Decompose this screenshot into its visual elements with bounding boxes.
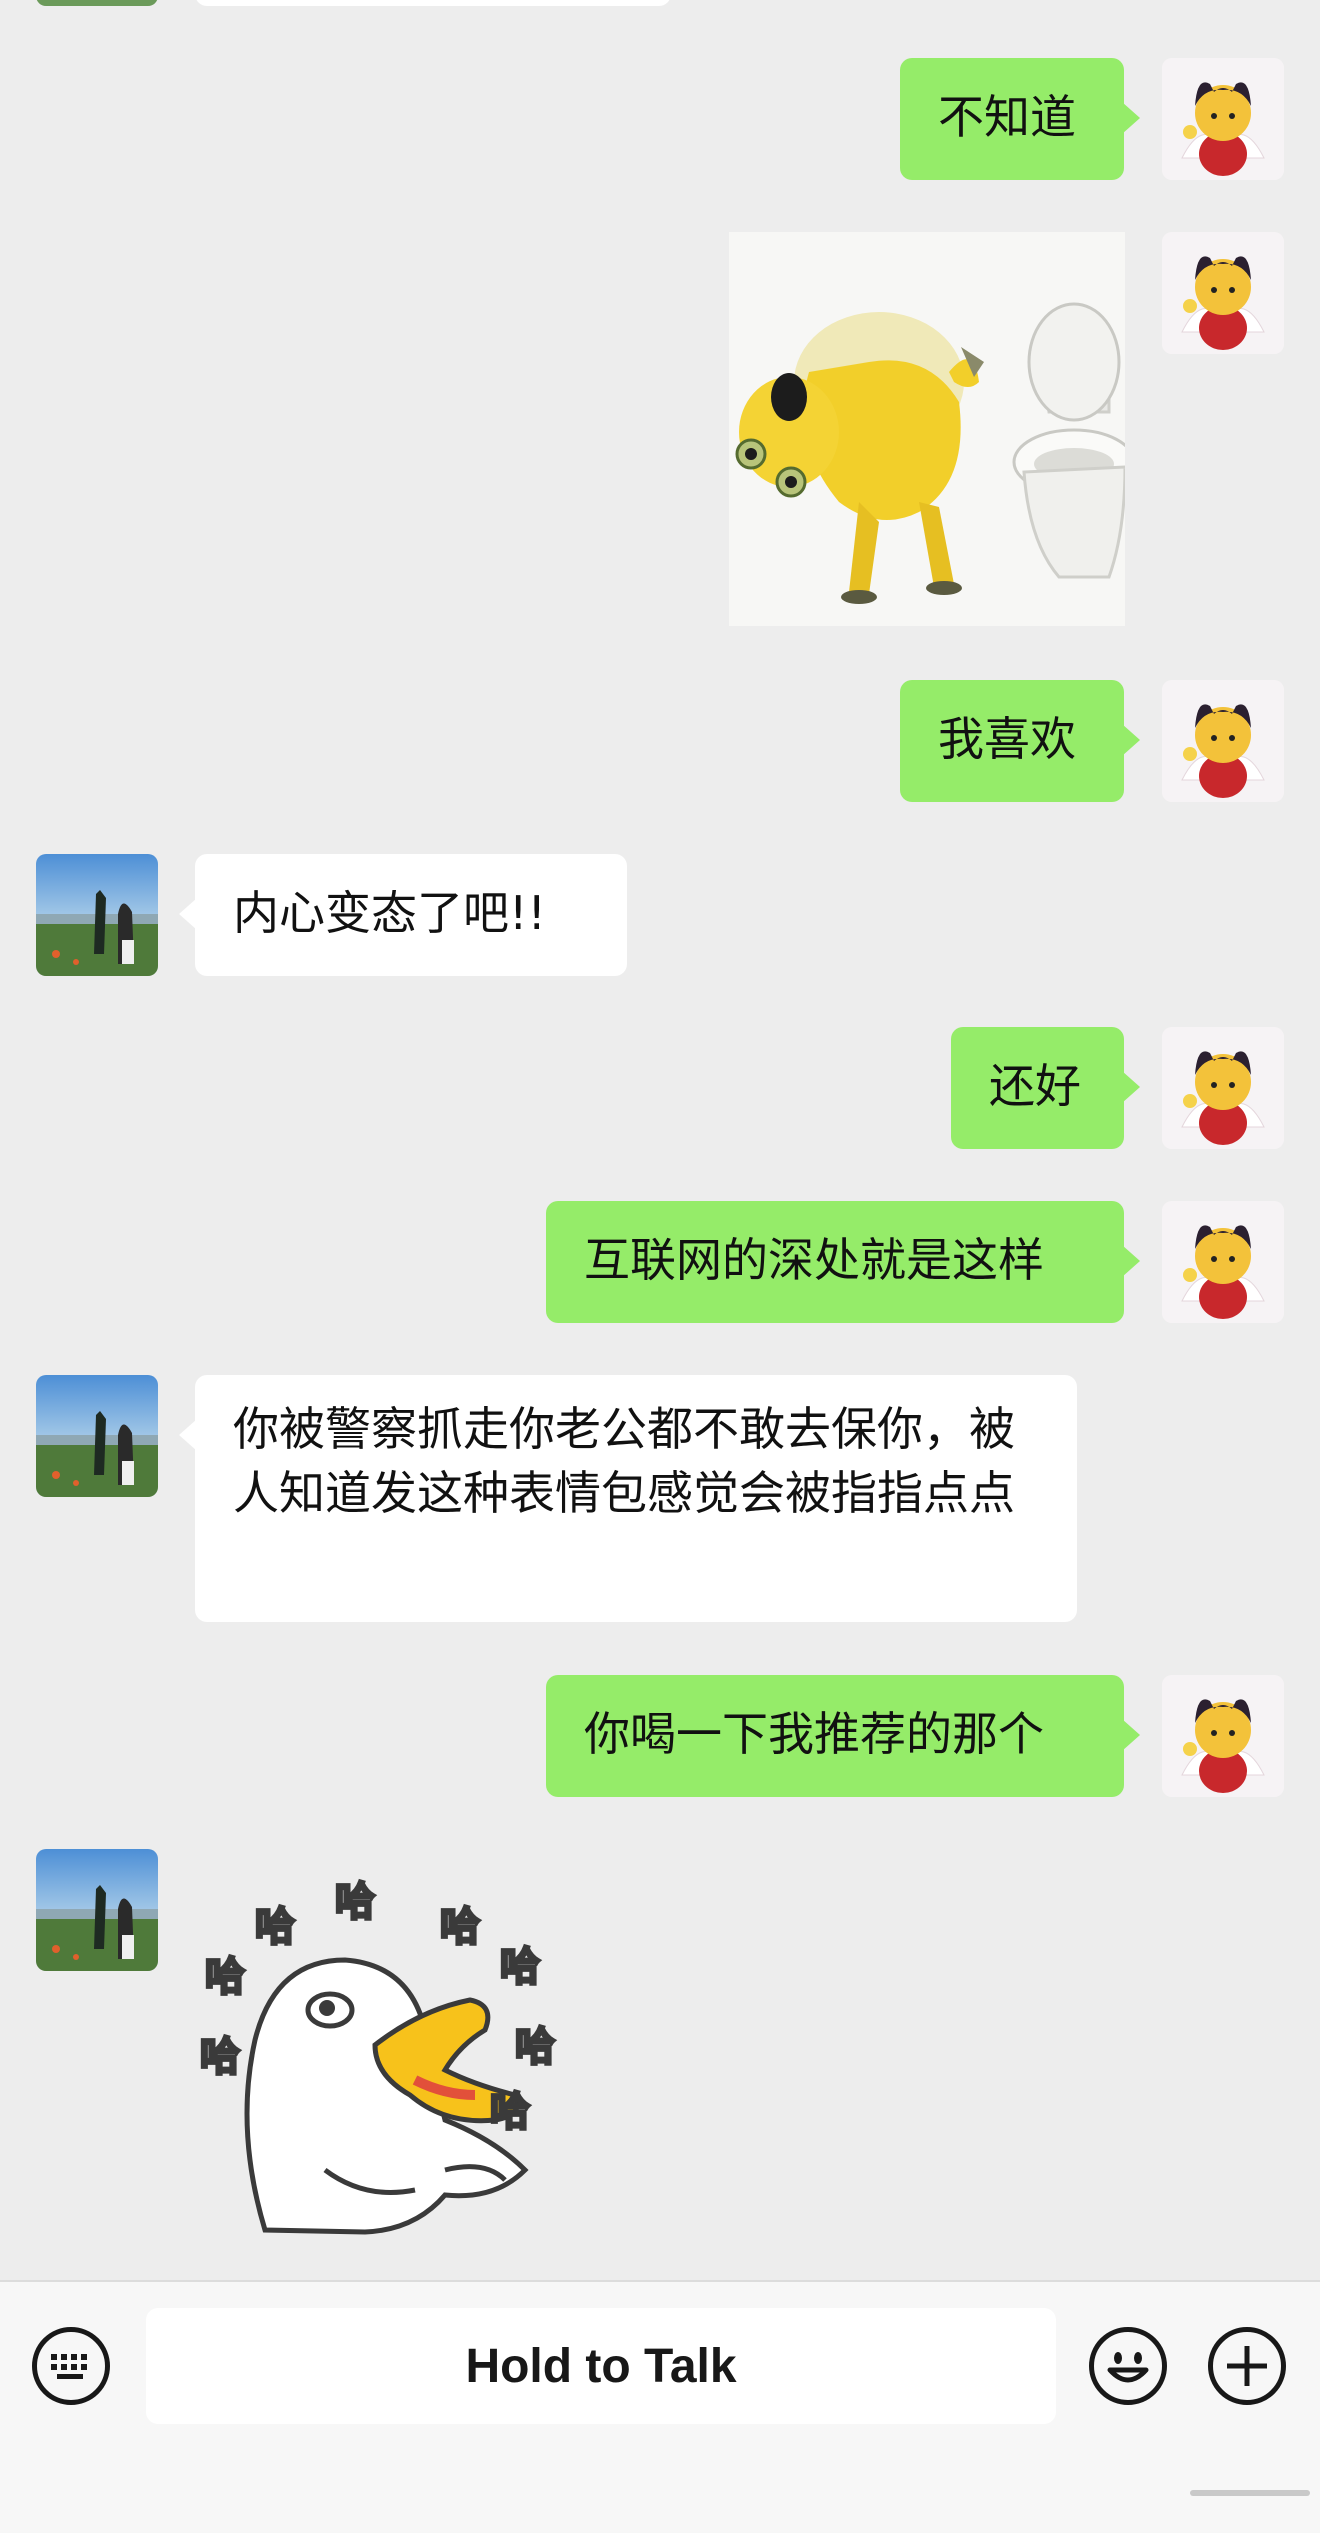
hold-to-talk-label: Hold to Talk (465, 2339, 737, 2393)
landscape-person-avatar-icon (36, 1375, 158, 1497)
clipped-message-bubble (195, 0, 671, 6)
contact-avatar[interactable] (36, 1375, 158, 1497)
my-avatar[interactable] (1162, 1675, 1284, 1797)
my-message-bubble[interactable]: 互联网的深处就是这样 (546, 1201, 1140, 1323)
contact-message-bubble[interactable]: 你被警察抓走你老公都不敢去保你，被人知道发这种表情包感觉会被指指点点 (179, 1375, 1077, 1622)
keyboard-button[interactable] (32, 2327, 110, 2405)
ha-text: 哈 (335, 1879, 375, 1925)
emoji-icon (1107, 2352, 1149, 2383)
yellow-creature-at-toilet-sticker-icon (729, 232, 1136, 626)
message-text: 还好 (989, 1059, 1081, 1113)
my-avatar[interactable] (1162, 1027, 1284, 1149)
message-text: 我喜欢 (938, 712, 1076, 766)
my-avatar[interactable] (1162, 232, 1284, 354)
landscape-person-avatar-icon (36, 1849, 158, 1971)
contact-avatar[interactable] (36, 1849, 158, 1971)
message-text: 你被警察抓走你老公都不敢去保你，被人知道发这种表情包感觉会被指指点点 (233, 1402, 1015, 1520)
my-message-bubble[interactable]: 我喜欢 (900, 680, 1140, 802)
fox-character-avatar-icon (1162, 1027, 1284, 1149)
laughing-duck-sticker-icon: 哈 哈 哈 哈 哈 哈 哈 哈 (199, 1878, 557, 2235)
ha-text: 哈 (200, 2034, 240, 2080)
home-indicator (1190, 2490, 1310, 2496)
my-avatar[interactable] (1162, 58, 1284, 180)
ha-text: 哈 (440, 1904, 480, 1950)
message-text: 你喝一下我推荐的那个 (584, 1707, 1044, 1761)
duck-sticker[interactable]: 哈 哈 哈 哈 哈 哈 哈 哈 (195, 1870, 595, 2250)
toilet-sticker[interactable] (729, 232, 1136, 626)
contact-avatar[interactable] (36, 0, 158, 6)
ha-text: 哈 (515, 2024, 555, 2070)
my-message-bubble[interactable]: 还好 (951, 1027, 1140, 1149)
hold-to-talk-button[interactable]: Hold to Talk (146, 2308, 1056, 2424)
chat-area[interactable]: 不知道 我喜欢 内心变态了吧!! 还好 互联网的深处就是这样 你被警察抓走你老公… (0, 0, 1320, 2280)
message-text: 互联网的深处就是这样 (584, 1233, 1044, 1287)
fox-character-avatar-icon (1162, 58, 1284, 180)
plus-button[interactable] (1208, 2327, 1286, 2405)
my-message-bubble[interactable]: 不知道 (900, 58, 1140, 180)
emoji-button[interactable] (1089, 2327, 1167, 2405)
contact-message-bubble[interactable]: 内心变态了吧!! (179, 854, 627, 976)
landscape-person-avatar-icon (36, 854, 158, 976)
my-message-bubble[interactable]: 你喝一下我推荐的那个 (546, 1675, 1140, 1797)
fox-character-avatar-icon (1162, 680, 1284, 802)
ha-text: 哈 (490, 2089, 530, 2135)
fox-character-avatar-icon (1162, 1675, 1284, 1797)
my-avatar[interactable] (1162, 1201, 1284, 1323)
plus-icon (1227, 2346, 1267, 2386)
fox-character-avatar-icon (1162, 1201, 1284, 1323)
ha-text: 哈 (500, 1944, 540, 1990)
ha-text: 哈 (205, 1954, 245, 2000)
message-text: 内心变态了吧!! (233, 886, 546, 940)
contact-avatar[interactable] (36, 854, 158, 976)
keyboard-icon (51, 2354, 87, 2379)
fox-character-avatar-icon (1162, 232, 1284, 354)
my-avatar[interactable] (1162, 680, 1284, 802)
message-text: 不知道 (938, 90, 1076, 144)
ha-text: 哈 (255, 1904, 295, 1950)
input-bar: Hold to Talk (0, 2280, 1320, 2533)
